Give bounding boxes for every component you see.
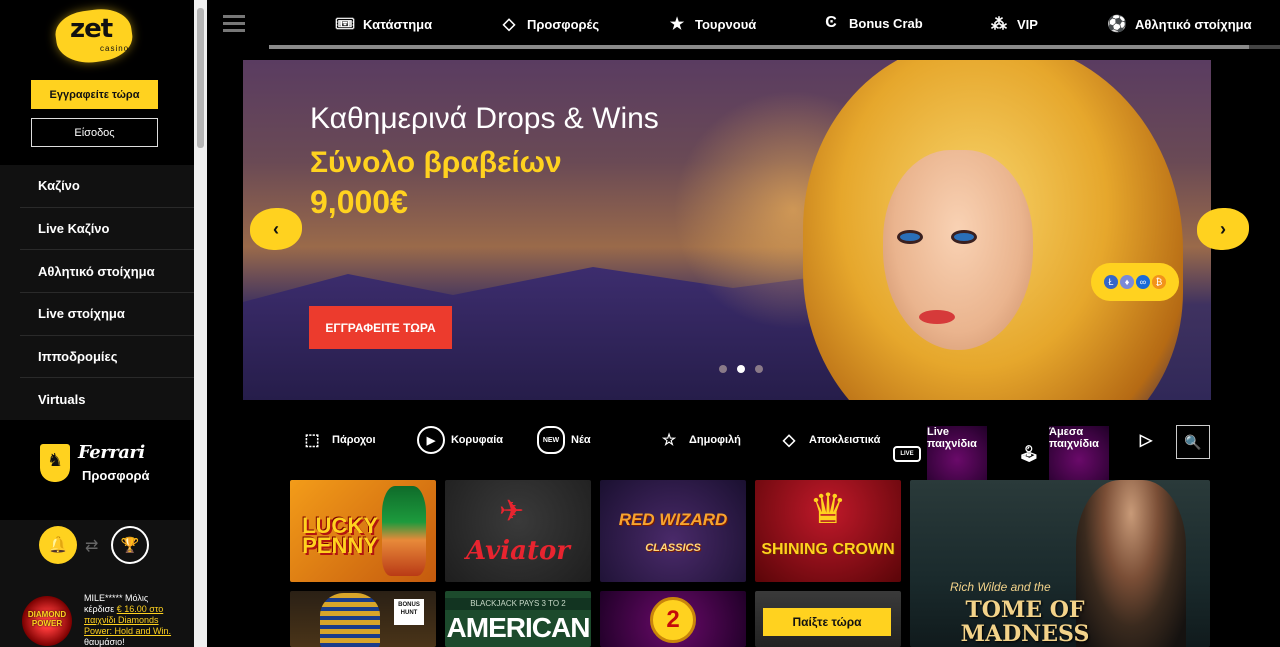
recent-win-ticker: MILE***** Μόλις κέρδισε € 16.00 στο παιχ…: [84, 593, 172, 647]
carousel-dots: [719, 365, 763, 373]
sidebar-item-casino[interactable]: Καζίνο: [20, 165, 194, 208]
category-top[interactable]: ▶ Κορυφαία: [417, 426, 503, 454]
topnav-item-offers[interactable]: ◇ Προσφορές: [499, 14, 599, 34]
carousel-dot-active[interactable]: [737, 365, 745, 373]
sidebar-header: zet casino Εγγραφείτε τώρα Είσοδος: [0, 0, 194, 165]
hamburger-menu-icon[interactable]: [223, 15, 245, 33]
sidebar-scrollbar-thumb[interactable]: [197, 8, 204, 148]
category-live-games[interactable]: LIVE Live παιχνίδια: [893, 426, 987, 482]
topnav-item-bonus-crab[interactable]: Ͼ Bonus Crab: [821, 14, 922, 32]
sidebar-item-live-casino[interactable]: Live Καζίνο: [20, 208, 194, 251]
category-new[interactable]: NEW Νέα: [537, 426, 591, 454]
diamond-icon: ◇: [782, 432, 796, 449]
crypto-badge: Ł ♦ ∞ ₿: [1091, 263, 1179, 301]
topnav-item-sports[interactable]: ⚽ Αθλητικό στοίχημα: [1107, 14, 1252, 34]
live-tv-icon: LIVE: [893, 446, 921, 462]
category-providers[interactable]: ⬚ Πάροχοι: [298, 426, 375, 454]
register-button[interactable]: Εγγραφείτε τώρα: [31, 80, 158, 109]
topnav-item-vip[interactable]: ⁂ VIP: [989, 14, 1038, 34]
play-circle-icon: ▶: [417, 426, 445, 454]
ticket-icon: 🎟: [335, 16, 356, 33]
login-button[interactable]: Είσοδος: [31, 118, 158, 147]
carousel-dot[interactable]: [719, 365, 727, 373]
sidebar-nav: Καζίνο Live Καζίνο Αθλητικό στοίχημα Liv…: [20, 165, 194, 422]
carousel-prev-button[interactable]: ‹: [250, 208, 302, 250]
topnav-scrollbar-thumb[interactable]: [269, 45, 1249, 49]
search-icon[interactable]: 🔍: [1176, 425, 1210, 459]
game-tile-pharaoh[interactable]: BONUS HUNT: [290, 591, 436, 647]
diamond-power-game-icon[interactable]: DIAMOND POWER: [22, 596, 72, 646]
hero-register-button[interactable]: ΕΓΓΡΑΦΕΙΤΕ ΤΩΡΑ: [309, 306, 452, 349]
swap-arrows-icon: ⇄: [85, 538, 99, 555]
category-instant-games[interactable]: 🕹 Άμεσα παιχνίδια: [1015, 426, 1109, 482]
zet-casino-logo[interactable]: zet casino: [52, 4, 136, 68]
sidebar: zet casino Εγγραφείτε τώρα Είσοδος Καζίν…: [0, 0, 194, 647]
hero-banner[interactable]: Καθημερινά Drops & Wins Σύνολο βραβείων …: [243, 60, 1211, 400]
litecoin-icon: Ł: [1104, 275, 1118, 289]
game-category-bar: ⬚ Πάροχοι ▶ Κορυφαία NEW Νέα ☆ Δημοφιλή …: [290, 420, 1210, 482]
sidebar-item-live-betting[interactable]: Live στοίχημα: [20, 293, 194, 336]
ferrari-wordmark: Ferrari: [78, 442, 145, 463]
game-tile-coin[interactable]: 2: [600, 591, 746, 647]
category-popular[interactable]: ☆ Δημοφιλή: [655, 426, 741, 454]
game-tile-lucky-penny[interactable]: LUCKY PENNY: [290, 480, 436, 582]
crab-claw-icon: Ͼ: [825, 14, 837, 31]
new-badge-icon: NEW: [537, 426, 565, 454]
carousel-dot[interactable]: [755, 365, 763, 373]
sidebar-item-sports-betting[interactable]: Αθλητικό στοίχημα: [20, 250, 194, 294]
game-tile-aviator[interactable]: ✈ Aviator: [445, 480, 591, 582]
star-icon: ☆: [661, 432, 677, 449]
topnav-item-tournaments[interactable]: ★ Τουρνουά: [667, 14, 756, 34]
sidebar-item-virtuals[interactable]: Virtuals: [20, 378, 194, 421]
game-tile-shining-crown[interactable]: ♛ SHINING CROWN: [755, 480, 901, 582]
ferrari-promo-label: Προσφορά: [82, 468, 150, 483]
soccer-ball-icon: ⚽: [1107, 16, 1127, 33]
stars-icon: ⁂: [991, 16, 1007, 33]
hero-subheadline: Σύνολο βραβείων: [310, 146, 562, 179]
joystick-icon: 🕹: [1018, 446, 1040, 463]
ethereum-icon: ♦: [1120, 275, 1134, 289]
game-tile-hover[interactable]: Παίξτε τώρα: [755, 591, 901, 647]
airplane-icon: ✈: [499, 495, 525, 528]
providers-icon: ⬚: [304, 432, 320, 449]
hero-headline: Καθημερινά Drops & Wins: [310, 102, 659, 135]
ferrari-promo[interactable]: Ferrari Προσφορά: [0, 420, 194, 520]
play-now-button[interactable]: Παίξτε τώρα: [763, 608, 891, 636]
ripple-icon: ∞: [1136, 275, 1150, 289]
bitcoin-icon: ₿: [1152, 275, 1166, 289]
game-tile-tome-of-madness[interactable]: Rich Wilde and the TOME OF MADNESS: [910, 480, 1210, 647]
top-nav: 🎟 Κατάστημα ◇ Προσφορές ★ Τουρνουά Ͼ Bon…: [207, 0, 1280, 49]
ferrari-horse-icon: [40, 444, 70, 482]
hero-prize-amount: 9,000€: [310, 184, 408, 220]
carousel-next-button[interactable]: ›: [1197, 208, 1249, 250]
game-tile-red-wizard[interactable]: RED WIZARD CLASSICS: [600, 480, 746, 582]
bell-icon[interactable]: 🔔: [39, 526, 77, 564]
topnav-item-shop[interactable]: 🎟 Κατάστημα: [335, 14, 432, 34]
crown-icon: ♛: [809, 485, 847, 532]
trophy-icon[interactable]: 🏆: [111, 526, 149, 564]
game-tile-american-blackjack[interactable]: BLACKJACK PAYS 3 TO 2 AMERICAN BLACKJACK: [445, 591, 591, 647]
category-scroll-next[interactable]: ▷: [1132, 426, 1160, 454]
sidebar-item-horse-racing[interactable]: Ιπποδρομίες: [20, 336, 194, 379]
diamond-icon: ◇: [502, 16, 516, 33]
category-exclusive[interactable]: ◇ Αποκλειστικά: [775, 426, 880, 454]
star-icon: ★: [669, 16, 685, 33]
chevron-right-icon: ▷: [1139, 432, 1153, 449]
